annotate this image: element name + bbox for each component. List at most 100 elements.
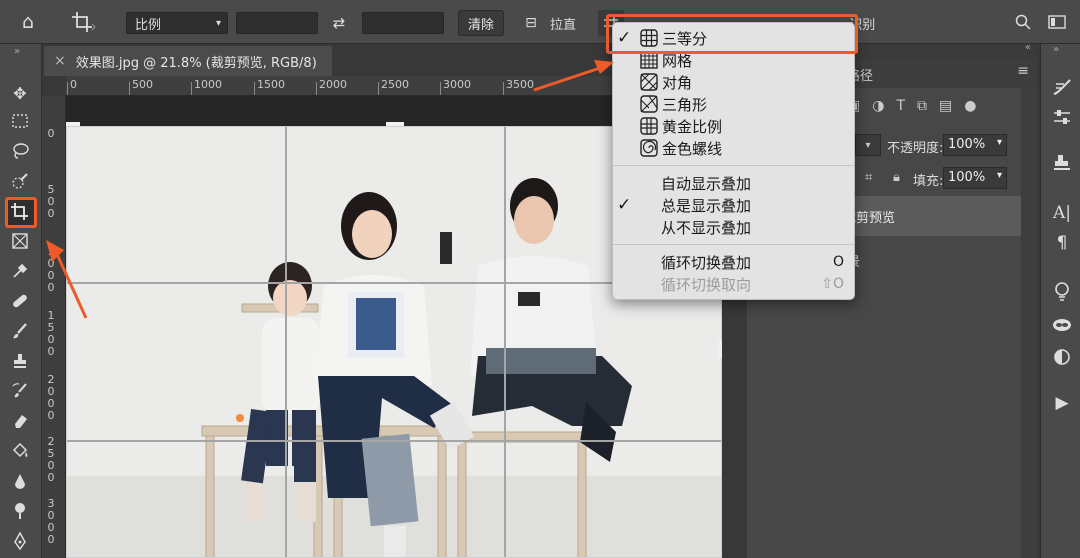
fill-value: 100%: [948, 170, 986, 185]
dodge-tool-icon[interactable]: [6, 498, 34, 524]
workspace-icon[interactable]: [1046, 11, 1068, 33]
paragraph-icon[interactable]: ¶: [1049, 230, 1075, 256]
eyedropper-tool-icon[interactable]: [6, 258, 34, 284]
ruler-tick: 2500: [378, 78, 409, 95]
ruler-tick: 0: [47, 127, 55, 140]
menu-item-triangle[interactable]: 三角形: [613, 93, 854, 115]
right-panel-strip: » A| ¶ ▶: [1040, 44, 1080, 558]
golden-spiral-icon: [640, 139, 658, 157]
golden-ratio-icon: [640, 117, 658, 135]
healing-brush-tool-icon[interactable]: [6, 288, 34, 314]
crop-overlay-menu: ✓ 三等分 网格 对角 三角形 黄金比例 金色螺线 自动显示叠加 ✓ 总是显示叠…: [612, 22, 855, 300]
menu-item-cycle-orientation: 循环切换取向 ⇧O: [613, 273, 854, 295]
ruler-tick: 1500: [254, 78, 285, 95]
ruler-tick: 3 0 0 0: [47, 497, 55, 546]
menu-item-golden-ratio[interactable]: 黄金比例: [613, 115, 854, 137]
collapse-arrows-icon[interactable]: »: [1053, 44, 1059, 55]
ruler-tick: 2 5 0 0: [47, 435, 55, 484]
panel-menu-icon[interactable]: ≡: [1017, 63, 1029, 79]
quick-selection-tool-icon[interactable]: [6, 168, 34, 194]
menu-item-golden-spiral[interactable]: 金色螺线: [613, 137, 854, 159]
crop-tool-preset-icon[interactable]: [62, 8, 106, 36]
straighten-icon[interactable]: ⊟: [520, 12, 542, 34]
menu-item-cycle-overlay[interactable]: 循环切换叠加 O: [613, 251, 854, 273]
collapse-arrows-icon[interactable]: «: [1025, 42, 1031, 53]
shape-filter-icon[interactable]: ⧉: [917, 98, 927, 120]
crop-handle-top-left[interactable]: [66, 122, 80, 126]
highlight-crop-tool: [5, 197, 37, 228]
panel-scrollbar[interactable]: [1021, 88, 1037, 558]
opacity-value: 100%: [948, 137, 986, 152]
blur-tool-icon[interactable]: [6, 468, 34, 494]
paint-bucket-tool-icon[interactable]: [6, 438, 34, 464]
crop-handle-right[interactable]: [718, 340, 722, 358]
highlight-thirds-option: [606, 14, 858, 54]
lock-all-icon[interactable]: 🔒︎: [893, 170, 900, 185]
ratio-height-input[interactable]: [362, 12, 444, 34]
ruler-tick: 2000: [316, 78, 347, 95]
libraries-icon[interactable]: [1049, 312, 1075, 338]
ruler-tick: 1000: [191, 78, 222, 95]
frame-tool-icon[interactable]: [6, 228, 34, 254]
chevron-down-icon: ▾: [996, 137, 1002, 148]
menu-separator: [613, 244, 854, 245]
menu-separator: [613, 165, 854, 166]
clone-stamp-tool-icon[interactable]: [6, 348, 34, 374]
menu-item-auto-show[interactable]: 自动显示叠加: [613, 172, 854, 194]
clear-button[interactable]: 清除: [458, 10, 504, 36]
menu-item-label: 循环切换叠加: [661, 253, 752, 272]
layer-filter-icons: ▣ ◑ T ⧉ ▤ ●: [847, 98, 1037, 120]
swap-icon[interactable]: ⇄: [328, 12, 350, 34]
fill-input[interactable]: 100% ▾: [943, 167, 1007, 189]
ruler-tick: 1 5 0 0: [47, 309, 55, 358]
ratio-select[interactable]: 比例 ▾: [126, 12, 228, 34]
opacity-input[interactable]: 100% ▾: [943, 134, 1007, 156]
checkmark-icon: ✓: [617, 195, 632, 215]
ruler-tick: 3500: [503, 78, 534, 95]
ruler-tick: 0: [67, 78, 77, 95]
eraser-tool-icon[interactable]: [6, 408, 34, 434]
straighten-label[interactable]: 拉直: [546, 12, 580, 34]
adjustments-circle-icon[interactable]: [1049, 344, 1075, 370]
lock-position-icon[interactable]: ⌗: [865, 170, 872, 185]
fill-label: 填充:: [913, 174, 944, 189]
brush-settings-icon[interactable]: [1049, 74, 1075, 100]
menu-item-label: 三角形: [662, 95, 708, 114]
ruler-tick: 2 0 0 0: [47, 373, 55, 422]
home-icon[interactable]: ⌂: [14, 10, 42, 34]
character-icon[interactable]: A|: [1049, 200, 1075, 226]
marquee-tool-icon[interactable]: [6, 108, 34, 134]
smart-object-filter-icon[interactable]: ▤: [939, 98, 952, 120]
menu-item-diagonal[interactable]: 对角: [613, 71, 854, 93]
tools-panel: » ✥: [0, 44, 42, 558]
learn-icon[interactable]: [1049, 278, 1075, 304]
crop-handle-top[interactable]: [386, 122, 404, 126]
filter-toggle-icon[interactable]: ●: [964, 98, 976, 120]
ruler-tick: 1 0 0 0: [47, 245, 55, 294]
search-icon[interactable]: [1012, 11, 1034, 33]
menu-item-always-show[interactable]: ✓ 总是显示叠加: [613, 194, 854, 216]
brush-tool-icon[interactable]: [6, 318, 34, 344]
adjustment-filter-icon[interactable]: ◑: [872, 98, 884, 120]
close-icon[interactable]: ×: [54, 53, 66, 69]
menu-item-label: 对角: [662, 73, 693, 92]
history-brush-tool-icon[interactable]: [6, 378, 34, 404]
lasso-tool-icon[interactable]: [6, 138, 34, 164]
pen-tool-icon[interactable]: [6, 528, 34, 554]
type-filter-icon[interactable]: T: [896, 98, 905, 120]
clone-source-icon[interactable]: [1049, 150, 1075, 176]
chevron-down-icon: ▾: [215, 17, 221, 29]
ruler-tick: 500: [129, 78, 153, 95]
document-tab[interactable]: × 效果图.jpg @ 21.8% (裁剪预览, RGB/8): [44, 46, 332, 76]
collapse-arrows-icon[interactable]: »: [14, 46, 20, 57]
vertical-ruler: 0 5 0 0 1 0 0 0 1 5 0 0 2 0 0 0 2 5 0 0 …: [42, 96, 66, 558]
move-tool-icon[interactable]: ✥: [6, 80, 34, 106]
blend-mode-select[interactable]: ▾: [855, 134, 881, 156]
play-action-icon[interactable]: ▶: [1049, 390, 1075, 416]
ruler-tick: 3000: [440, 78, 471, 95]
chevron-down-icon: ▾: [996, 170, 1002, 181]
menu-item-never-show[interactable]: 从不显示叠加: [613, 216, 854, 238]
triangle-icon: [640, 95, 658, 113]
adjustments-icon[interactable]: [1049, 104, 1075, 130]
ratio-width-input[interactable]: [236, 12, 318, 34]
